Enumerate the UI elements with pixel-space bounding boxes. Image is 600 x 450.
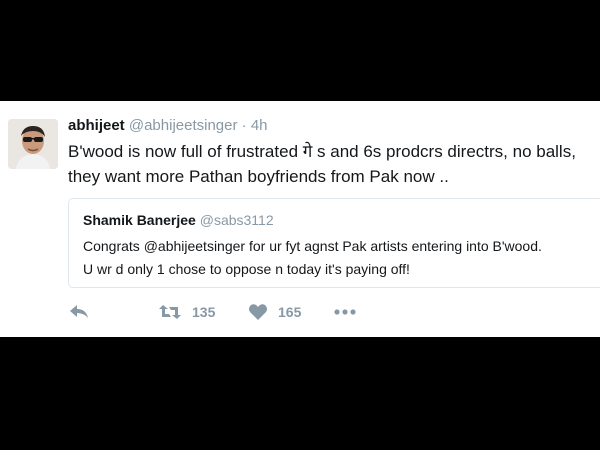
like-count: 165 — [278, 304, 302, 320]
tweet-text-line-2: they want more Pathan boyfriends from Pa… — [68, 167, 449, 186]
quoted-text-line-1: Congrats @abhijeetsinger for ur fyt agns… — [83, 238, 542, 254]
tweet-text-line-1: B'wood is now full of frustrated गे s an… — [68, 142, 576, 161]
cropped-header-strip — [0, 101, 600, 109]
separator-dot: · — [241, 117, 247, 134]
avatar[interactable] — [8, 119, 58, 169]
retweet-icon — [159, 305, 181, 319]
reply-button[interactable] — [68, 301, 90, 323]
avatar-image — [8, 119, 58, 169]
display-name[interactable]: abhijeet — [68, 117, 125, 134]
quoted-tweet-header: Shamik Banerjee @sabs3112 — [83, 212, 274, 228]
retweet-button[interactable]: 135 — [158, 301, 215, 323]
tweet-card: abhijeet @abhijeetsinger · 4h B'wood is … — [0, 101, 600, 337]
tweet-actions: 135 165 — [68, 301, 468, 323]
tweet-text: B'wood is now full of frustrated गे s an… — [68, 139, 598, 189]
quoted-user-handle: @sabs3112 — [199, 212, 274, 228]
tweet-header: abhijeet @abhijeetsinger · 4h — [68, 117, 268, 134]
user-handle[interactable]: @abhijeetsinger — [129, 117, 238, 134]
like-button[interactable]: 165 — [248, 301, 301, 323]
retweet-count: 135 — [192, 304, 216, 320]
more-icon — [334, 309, 356, 315]
quoted-display-name: Shamik Banerjee — [83, 212, 196, 228]
reply-icon — [70, 305, 88, 318]
timestamp[interactable]: 4h — [251, 117, 268, 134]
quoted-tweet[interactable]: Shamik Banerjee @sabs3112 Congrats @abhi… — [68, 198, 600, 288]
quoted-tweet-text: Congrats @abhijeetsinger for ur fyt agns… — [83, 235, 600, 281]
more-button[interactable] — [334, 301, 356, 323]
quoted-text-line-2: U wr d only 1 chose to oppose n today it… — [83, 261, 410, 277]
heart-icon — [248, 304, 268, 320]
